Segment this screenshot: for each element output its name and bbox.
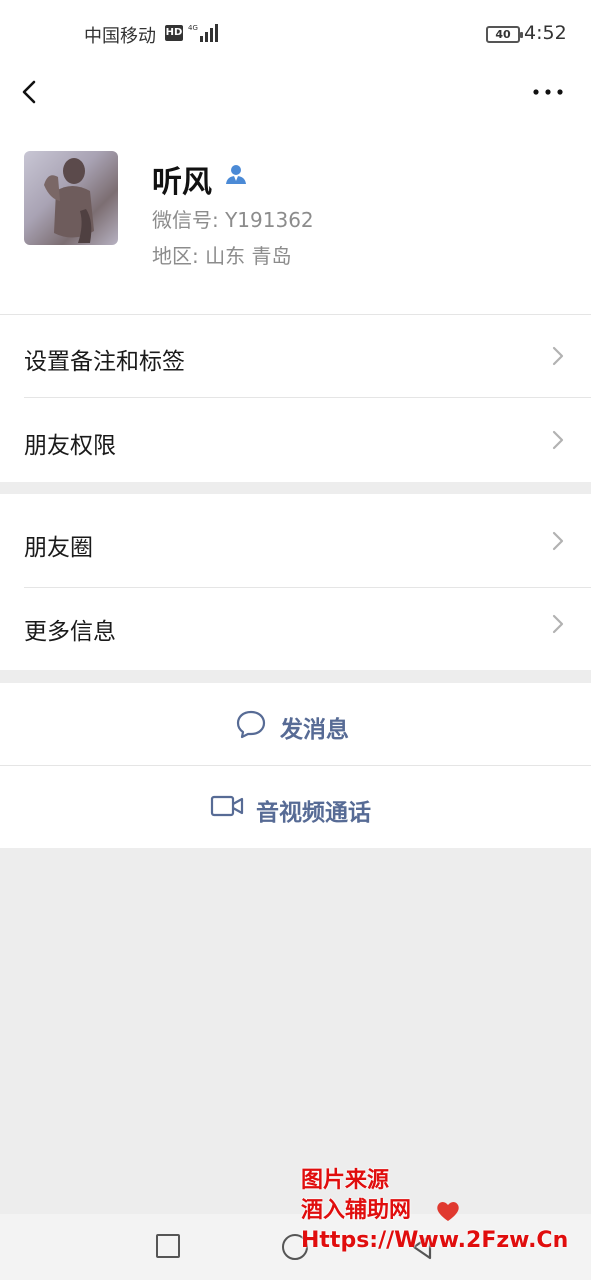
chevron-right-icon <box>552 614 564 634</box>
more-options-icon[interactable] <box>530 78 566 106</box>
watermark-line-1: 图片来源 <box>301 1168 390 1193</box>
friend-permissions-label: 朋友权限 <box>24 433 116 459</box>
remark-tags-label: 设置备注和标签 <box>24 349 185 375</box>
carrier-name: 中国移动 <box>84 26 156 47</box>
contact-name: 听风 <box>152 165 212 200</box>
region: 地区: 山东 青岛 <box>152 244 292 268</box>
chevron-right-icon <box>552 430 564 450</box>
chat-bubble-icon <box>236 710 266 739</box>
hd-badge: HD <box>165 25 183 41</box>
av-call-button[interactable]: 音视频通话 <box>0 766 591 848</box>
more-info-label: 更多信息 <box>24 619 116 645</box>
chevron-right-icon <box>552 531 564 551</box>
send-message-button[interactable]: 发消息 <box>0 683 591 765</box>
more-info-row[interactable]: 更多信息 <box>0 588 591 670</box>
avatar[interactable] <box>24 151 118 245</box>
wechat-id: 微信号: Y191362 <box>152 208 314 232</box>
actions-group: 发消息 音视频通话 <box>0 683 591 848</box>
status-bar: 中国移动 HD 4G 40 4:52 <box>0 0 591 70</box>
signal-icon: 4G <box>188 24 218 42</box>
info-group: 朋友圈 更多信息 <box>0 494 591 670</box>
video-camera-icon <box>210 795 244 817</box>
back-arrow-icon[interactable] <box>14 76 46 108</box>
friend-permissions-row[interactable]: 朋友权限 <box>0 398 591 482</box>
watermark-line-3: Https://Www.2Fzw.Cn <box>301 1228 569 1253</box>
battery-icon: 40 <box>486 26 523 43</box>
send-message-label: 发消息 <box>280 717 349 743</box>
profile-card: 听风 微信号: Y191362 地区: 山东 青岛 <box>0 130 591 314</box>
recent-apps-icon[interactable] <box>156 1234 180 1258</box>
heart-icon <box>437 1202 459 1221</box>
remark-tags-row[interactable]: 设置备注和标签 <box>0 314 591 398</box>
av-call-label: 音视频通话 <box>256 800 371 826</box>
status-time: 4:52 <box>524 22 567 44</box>
watermark: 图片来源 酒入辅助网 Https://Www.2Fzw.Cn <box>301 1166 581 1266</box>
top-nav-bar <box>0 70 591 130</box>
contact-person-icon <box>226 165 246 184</box>
moments-row[interactable]: 朋友圈 <box>0 494 591 588</box>
avatar-figure-icon <box>44 158 94 243</box>
chevron-right-icon <box>552 346 564 366</box>
moments-label: 朋友圈 <box>24 535 93 561</box>
svg-text:4G: 4G <box>188 24 198 32</box>
settings-group: 设置备注和标签 朋友权限 <box>0 314 591 482</box>
